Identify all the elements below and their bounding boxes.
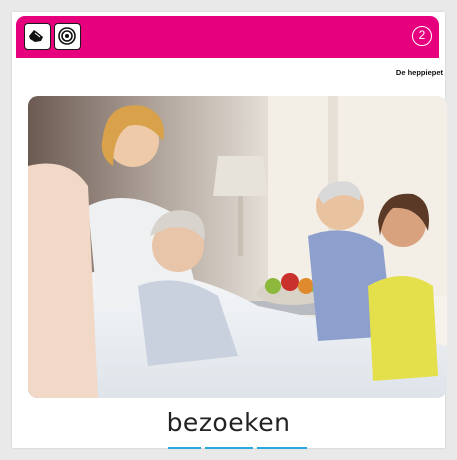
page-number-badge: 2 xyxy=(412,26,432,46)
series-title: De heppiepet xyxy=(395,68,443,77)
word-label: bezoeken xyxy=(166,408,291,437)
hand-icon xyxy=(24,23,51,50)
syllable-underline-1 xyxy=(168,447,201,449)
spiral-icon xyxy=(54,23,81,50)
hospital-visit-photo xyxy=(28,96,447,398)
header-banner: 2 xyxy=(16,16,439,58)
syllable-underline-2 xyxy=(205,447,253,449)
syllable-underline-3 xyxy=(257,447,307,449)
